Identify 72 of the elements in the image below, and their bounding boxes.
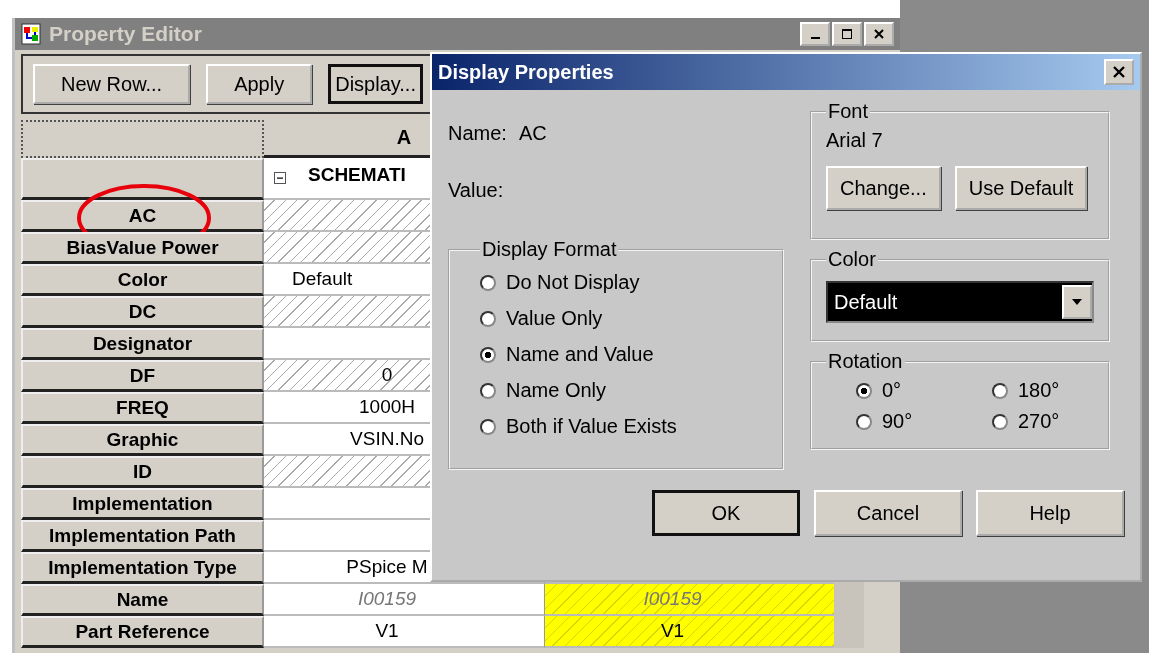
cell-value: PSpice M — [346, 556, 428, 578]
minimize-icon — [810, 37, 820, 39]
app-icon — [21, 23, 41, 45]
group-title: Color — [827, 248, 877, 271]
group-title: Display Format — [481, 238, 618, 261]
window-title: Property Editor — [49, 22, 202, 46]
cell-value: V1 — [660, 620, 685, 642]
property-name: Color — [117, 268, 168, 291]
radio-button[interactable] — [992, 413, 1008, 430]
property-name: Designator — [92, 332, 193, 355]
close-button[interactable] — [864, 22, 894, 46]
property-name: Implementation — [72, 492, 213, 515]
group-title: Rotation — [827, 350, 904, 373]
property-name: Implementation Path — [49, 524, 236, 547]
property-name: DC — [128, 300, 157, 323]
property-name: ID — [133, 460, 152, 483]
radio-button[interactable] — [480, 310, 496, 327]
group-title: Font — [827, 100, 870, 123]
toolbar-button[interactable]: Apply — [206, 64, 313, 104]
maximize-icon — [841, 28, 853, 40]
property-name: AC — [128, 204, 157, 227]
radio-option[interactable]: Do Not Display — [480, 271, 752, 294]
radio-option[interactable]: Value Only — [480, 307, 752, 330]
radio-option[interactable]: 90° — [856, 410, 992, 433]
maximize-button[interactable] — [832, 22, 862, 46]
color-dropdown[interactable]: Default — [826, 281, 1094, 323]
value-label: Value: — [448, 179, 505, 202]
radio-button[interactable] — [992, 382, 1008, 399]
property-name: DF — [129, 364, 156, 387]
cell-value: I00159 — [357, 588, 417, 610]
radio-option[interactable]: 270° — [992, 410, 1092, 433]
radio-button[interactable] — [856, 413, 872, 430]
radio-option[interactable]: 0° — [856, 379, 992, 402]
cell-value: VSIN.No — [350, 428, 424, 450]
radio-option[interactable]: Both if Value Exists — [480, 415, 752, 438]
minus-icon — [274, 172, 286, 184]
property-name: FREQ — [116, 396, 169, 419]
dialog-title: Display Properties — [438, 60, 614, 84]
cell-value: I00159 — [643, 588, 702, 610]
close-icon — [873, 28, 885, 40]
dialog-button[interactable]: Cancel — [814, 490, 962, 536]
cell-value: 0 — [381, 364, 393, 386]
close-icon — [1112, 65, 1126, 79]
minimize-button[interactable] — [800, 22, 830, 46]
radio-button[interactable] — [856, 382, 872, 399]
radio-option[interactable]: Name and Value — [480, 343, 752, 366]
cell-value: 1000H — [359, 396, 415, 418]
cell-value: V1 — [375, 620, 399, 642]
property-name: BiasValue Power — [66, 236, 219, 259]
toolbar-button[interactable]: Display... — [328, 64, 423, 104]
cell-value: Default — [292, 268, 353, 290]
radio-option[interactable]: Name Only — [480, 379, 752, 402]
property-name: Part Reference — [75, 620, 210, 643]
name-value: AC — [518, 122, 547, 145]
radio-button[interactable] — [480, 274, 496, 291]
property-name: Graphic — [106, 428, 179, 451]
dialog-button[interactable]: Help — [976, 490, 1124, 536]
property-name: Implementation Type — [48, 556, 237, 579]
name-label: Name: — [448, 122, 507, 145]
toolbar-button[interactable]: New Row... — [33, 64, 191, 104]
property-name: Name — [116, 588, 169, 611]
close-button[interactable] — [1104, 59, 1134, 85]
font-button[interactable]: Change... — [826, 166, 941, 210]
radio-button[interactable] — [480, 382, 496, 399]
radio-button[interactable] — [480, 418, 496, 435]
collapse-toggle[interactable] — [274, 172, 286, 184]
dialog-button[interactable]: OK — [652, 490, 800, 536]
font-name: Arial 7 — [826, 129, 884, 152]
group-label: SCHEMATI — [308, 164, 406, 186]
font-button[interactable]: Use Default — [954, 166, 1088, 210]
radio-button[interactable] — [480, 346, 496, 363]
radio-option[interactable]: 180° — [992, 379, 1092, 402]
